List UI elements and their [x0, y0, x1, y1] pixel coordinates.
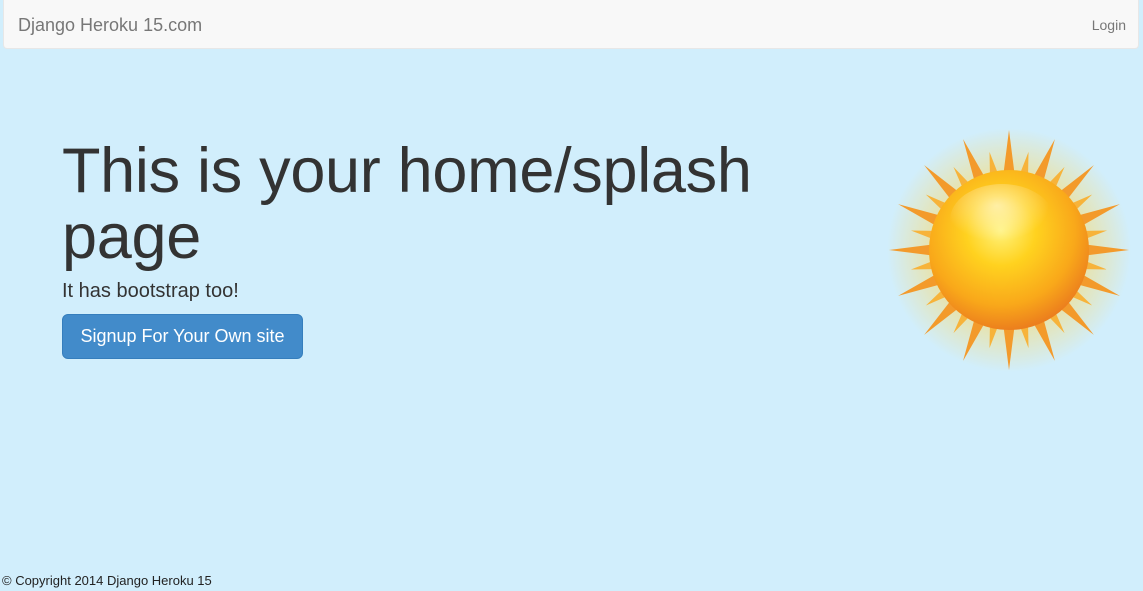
hero-subtitle: It has bootstrap too!	[62, 280, 239, 302]
login-link[interactable]: Login	[1092, 16, 1126, 34]
navbar: Django Heroku 15.com Login	[3, 0, 1139, 49]
sun-icon	[887, 128, 1131, 372]
footer-copyright: © Copyright 2014 Django Heroku 15	[2, 573, 212, 588]
page-title: This is your home/splash page	[62, 136, 752, 272]
signup-button[interactable]: Signup For Your Own site	[62, 314, 303, 359]
brand-link[interactable]: Django Heroku 15.com	[18, 14, 202, 36]
